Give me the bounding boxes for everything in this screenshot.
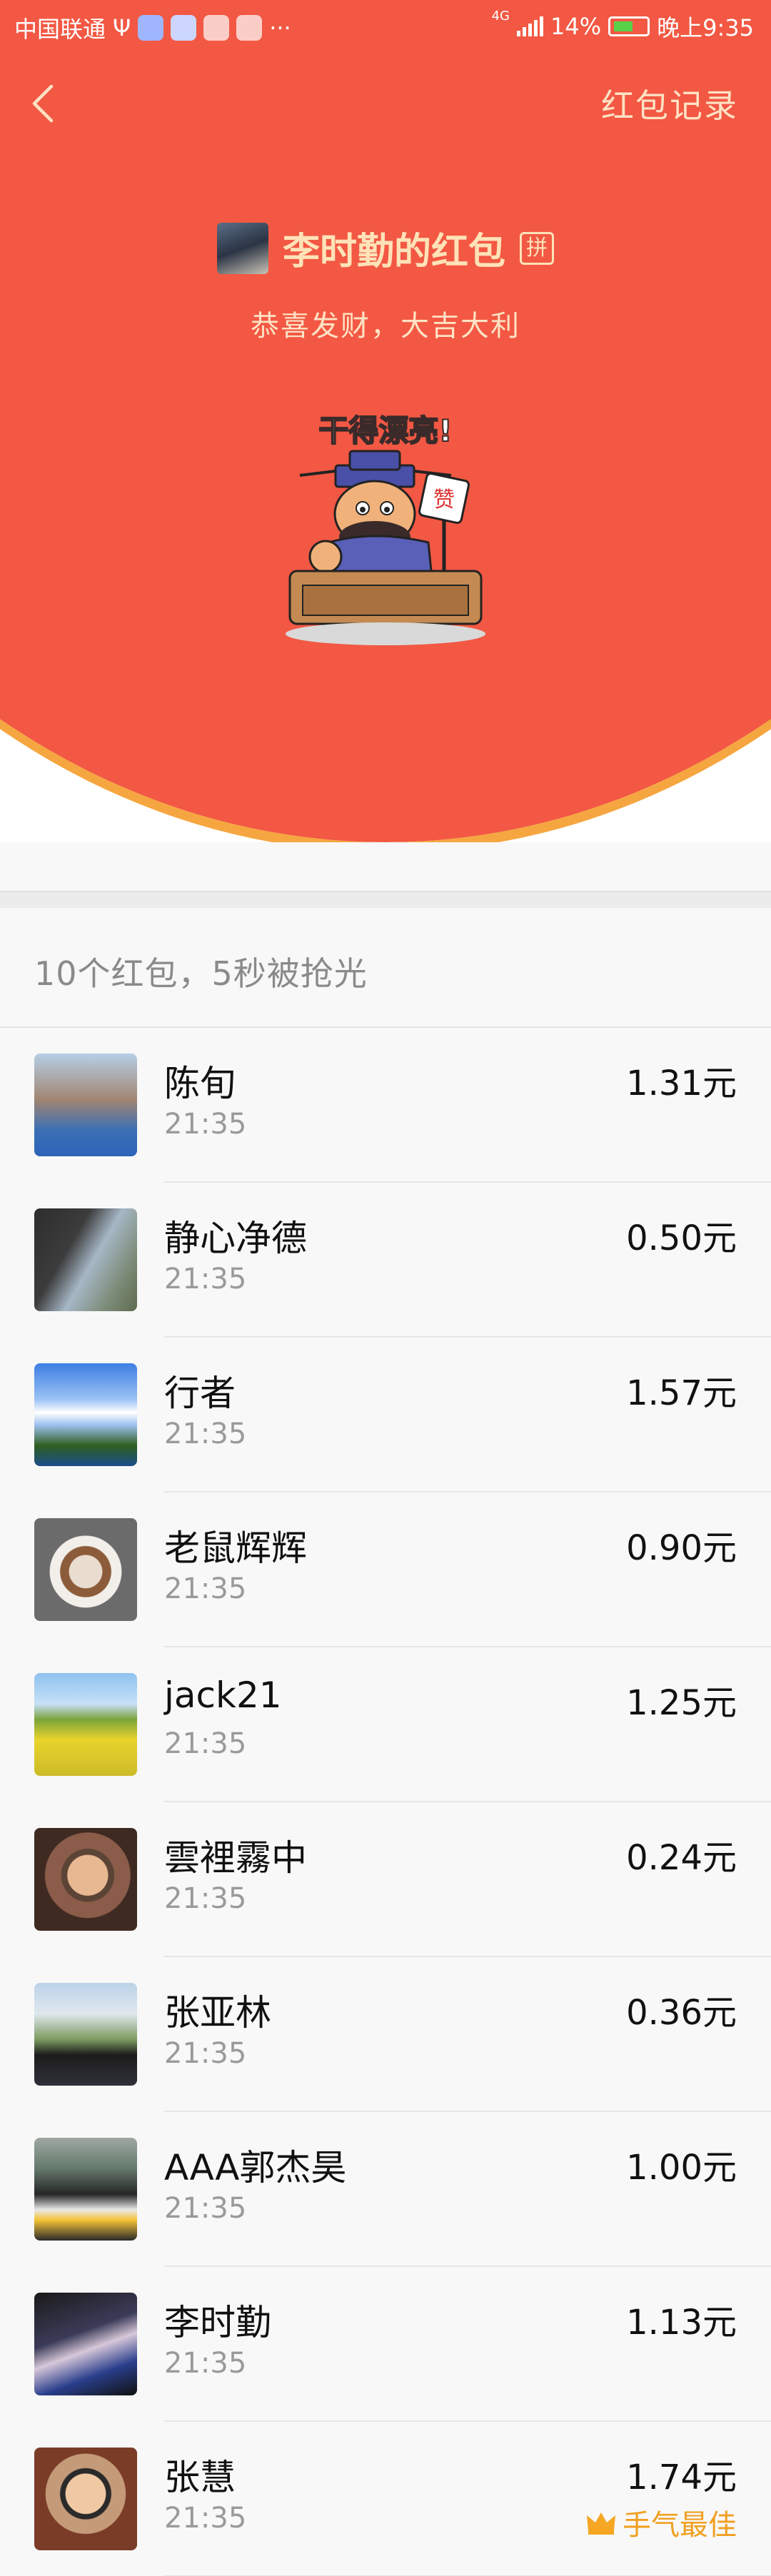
recipient-name: 老鼠辉辉: [164, 1527, 307, 1569]
claim-amount: 1.25元: [626, 1683, 737, 1723]
recipient-name: AAA郭杰昊: [164, 2147, 347, 2188]
recipient-name: jack21: [164, 1675, 282, 1716]
recipient-row[interactable]: jack21 21:35 1.25元: [0, 1647, 771, 1802]
recipient-row[interactable]: 张慧 21:35 1.74元 手气最佳: [0, 2422, 771, 2576]
recipient-row[interactable]: 陈旬 21:35 1.31元: [0, 1028, 771, 1183]
claim-time: 21:35: [164, 1727, 247, 1760]
recipient-name: 行者: [164, 1373, 236, 1414]
status-bar: 中国联通 Ψ ··· 4G 14% 晚上9:35: [0, 0, 771, 53]
notification-alert-icon: [236, 15, 263, 41]
notification-app-icon: [203, 15, 230, 41]
claim-amount: 1.57元: [626, 1373, 737, 1413]
crown-icon: [587, 2512, 615, 2535]
greeting-message: 恭喜发财，大吉大利: [251, 310, 520, 343]
claim-time: 21:35: [164, 1418, 247, 1450]
battery-icon: [608, 16, 650, 36]
chevron-left-icon: [32, 84, 54, 123]
network-type-label: 4G: [491, 9, 510, 24]
avatar[interactable]: [34, 1673, 137, 1776]
sender-avatar[interactable]: [216, 222, 268, 274]
sender-row: 李时勤的红包 拼: [0, 221, 771, 275]
more-notifications-icon: ···: [269, 14, 291, 41]
recipient-name: 陈旬: [164, 1063, 236, 1104]
claim-amount: 0.24元: [626, 1838, 737, 1878]
red-packet-summary: 10个红包，5秒被抢光: [34, 954, 368, 993]
sticker-sign-glyph: 赞: [433, 488, 455, 512]
signal-icon: [517, 16, 543, 36]
carrier-label: 中国联通: [14, 16, 106, 43]
claim-time: 21:35: [164, 1263, 247, 1295]
section-divider: [0, 891, 771, 908]
recipient-name: 张慧: [164, 2457, 236, 2498]
claim-amount: 1.74元: [626, 2458, 737, 2497]
red-packet-records-link[interactable]: 红包记录: [601, 80, 738, 127]
avatar[interactable]: [34, 2138, 137, 2241]
claim-time: 21:35: [164, 2037, 247, 2070]
avatar[interactable]: [34, 1983, 137, 2086]
recipient-row[interactable]: 李时勤 21:35 1.13元: [0, 2267, 771, 2422]
notification-app-icon: [138, 15, 164, 41]
avatar[interactable]: [34, 1208, 137, 1311]
recipient-row[interactable]: AAA郭杰昊 21:35 1.00元: [0, 2112, 771, 2267]
sender-title: 李时勤的红包: [282, 231, 505, 273]
claim-time: 21:35: [164, 2502, 247, 2535]
battery-percent: 14%: [550, 13, 602, 40]
pin-badge: 拼: [520, 231, 554, 265]
claim-amount: 1.13元: [626, 2303, 737, 2343]
recipient-row[interactable]: 雲裡霧中 21:35 0.24元: [0, 1802, 771, 1957]
claim-time: 21:35: [164, 1882, 247, 1915]
claim-amount: 1.00元: [626, 2148, 737, 2188]
claim-time: 21:35: [164, 2192, 247, 2225]
claim-time: 21:35: [164, 1572, 247, 1605]
back-button[interactable]: [26, 79, 60, 128]
recipient-name: 雲裡霧中: [164, 1837, 307, 1879]
best-luck-badge: 手气最佳: [585, 2502, 737, 2543]
recipient-name: 静心净德: [164, 1218, 307, 1259]
best-luck-label: 手气最佳: [623, 2509, 737, 2542]
claim-amount: 0.36元: [626, 1993, 737, 2033]
recipient-row[interactable]: 老鼠辉辉 21:35 0.90元: [0, 1492, 771, 1647]
notification-app-icon: [171, 15, 197, 41]
recipient-list: 陈旬 21:35 1.31元 静心净德 21:35 0.50元 行者 21:35…: [0, 1028, 771, 2576]
well-done-sticker: 干得漂亮! 赞: [286, 413, 485, 645]
claim-amount: 1.31元: [626, 1064, 737, 1103]
recipient-row[interactable]: 张亚林 21:35 0.36元: [0, 1957, 771, 2112]
claim-time: 21:35: [164, 1108, 247, 1141]
avatar[interactable]: [34, 1363, 137, 1466]
recipient-name: 张亚林: [164, 1992, 271, 2034]
avatar[interactable]: [34, 2448, 137, 2550]
clock: 晚上9:35: [657, 14, 754, 41]
red-packet-header: 中国联通 Ψ ··· 4G 14% 晚上9:35 红包记录 李时勤的红包 拼 恭…: [0, 0, 771, 842]
avatar[interactable]: [34, 2293, 137, 2395]
claim-amount: 0.50元: [626, 1218, 737, 1258]
recipient-name: 李时勤: [164, 2302, 271, 2343]
avatar[interactable]: [34, 1518, 137, 1621]
recipient-row[interactable]: 行者 21:35 1.57元: [0, 1338, 771, 1492]
claim-amount: 0.90元: [626, 1528, 737, 1568]
avatar[interactable]: [34, 1054, 137, 1156]
avatar[interactable]: [34, 1828, 137, 1931]
sticker-caption: 干得漂亮!: [318, 413, 452, 448]
usb-icon: Ψ: [113, 14, 131, 41]
claim-time: 21:35: [164, 2347, 247, 2380]
recipient-row[interactable]: 静心净德 21:35 0.50元: [0, 1183, 771, 1338]
